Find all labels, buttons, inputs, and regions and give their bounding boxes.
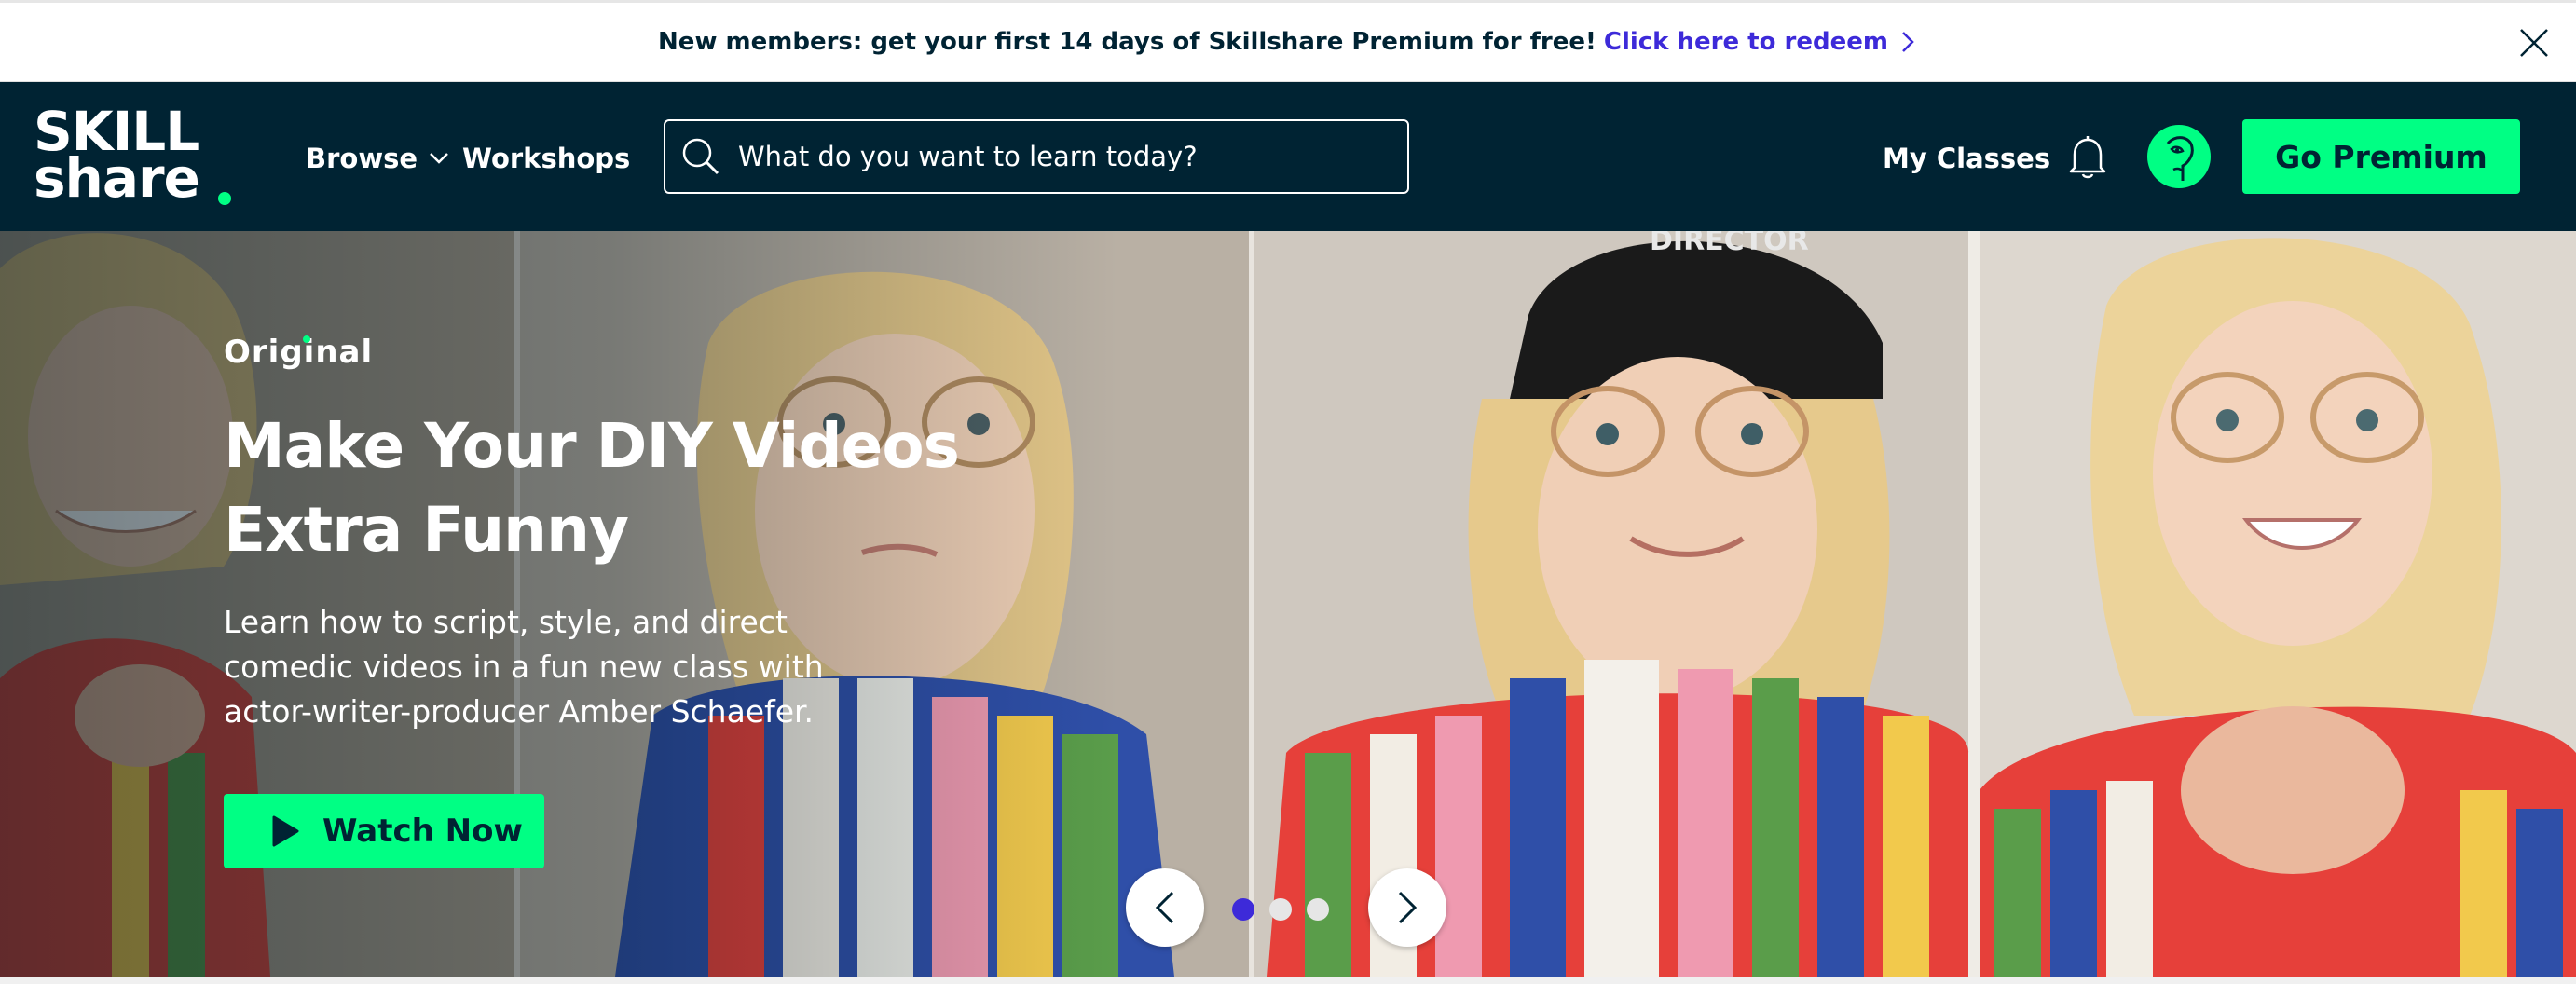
- search-icon: [682, 138, 719, 175]
- promo-banner: New members: get your first 14 days of S…: [0, 0, 2576, 82]
- eyebrow-dot: [303, 335, 310, 343]
- user-avatar[interactable]: [2147, 125, 2211, 188]
- avatar-face-icon: [2166, 136, 2194, 181]
- browse-label: Browse: [306, 143, 418, 174]
- watch-now-button[interactable]: Watch Now: [224, 794, 544, 868]
- original-label: Original: [224, 334, 374, 371]
- carousel-dot-1[interactable]: [1232, 898, 1254, 921]
- workshops-link[interactable]: Workshops: [462, 138, 630, 179]
- carousel-next-button[interactable]: [1368, 868, 1446, 947]
- redeem-link[interactable]: Click here to redeem: [1604, 28, 1888, 56]
- carousel-dot-2[interactable]: [1269, 898, 1292, 921]
- search-input[interactable]: [738, 129, 1391, 184]
- go-premium-button[interactable]: Go Premium: [2242, 119, 2520, 194]
- my-classes-link[interactable]: My Classes: [1883, 138, 2050, 179]
- chevron-down-icon: [430, 153, 448, 164]
- close-icon[interactable]: [2518, 27, 2550, 59]
- watch-now-label: Watch Now: [322, 813, 523, 850]
- cap-text: DIRECTOR: [1650, 231, 1809, 257]
- site-header: SKILL share Browse Workshops My Classes: [0, 82, 2576, 231]
- logo-line-share: share: [34, 146, 200, 210]
- chevron-left-icon: [1155, 891, 1174, 924]
- browse-menu[interactable]: Browse: [306, 138, 449, 179]
- hero-description: Learn how to script, style, and direct c…: [224, 604, 824, 730]
- search-box[interactable]: [664, 119, 1409, 194]
- chevron-right-icon: [1398, 891, 1418, 924]
- carousel-dots: [1232, 898, 1329, 921]
- chevron-right-icon[interactable]: [1898, 30, 1918, 54]
- hero-title: Make Your DIY Videos Extra Funny: [224, 410, 960, 566]
- promo-text: New members: get your first 14 days of S…: [658, 28, 1596, 56]
- carousel-prev-button[interactable]: [1126, 868, 1204, 947]
- my-classes-label: My Classes: [1883, 143, 2051, 174]
- play-icon: [272, 815, 299, 847]
- skillshare-logo[interactable]: SKILL share: [34, 104, 231, 207]
- hero-carousel: DIRECTOR Original Make Your DIY Videos E…: [0, 231, 2576, 977]
- carousel-dot-3[interactable]: [1307, 898, 1329, 921]
- bell-icon[interactable]: [2067, 132, 2108, 181]
- hero-eyebrow: Original: [224, 334, 373, 371]
- workshops-label: Workshops: [462, 143, 631, 174]
- logo-dot: [218, 192, 231, 205]
- page-divider: [0, 977, 2576, 984]
